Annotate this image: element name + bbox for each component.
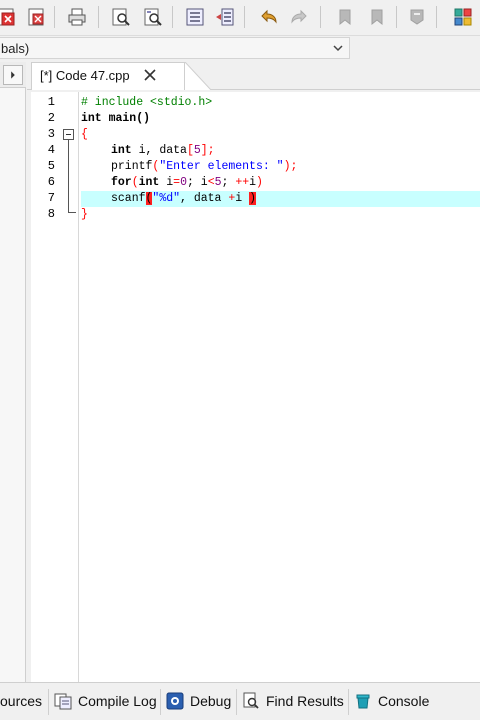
code-token: 0 bbox=[180, 176, 187, 189]
tab-console[interactable]: Console bbox=[354, 689, 429, 713]
code-editor[interactable]: 1 2 3 4 5 6 7 8 # include <stdio.h> int … bbox=[31, 92, 480, 682]
replace-icon[interactable] bbox=[142, 6, 164, 28]
code-token: i, data bbox=[131, 144, 187, 157]
code-line: # include <stdio.h> bbox=[81, 95, 212, 111]
toolbar bbox=[0, 0, 480, 36]
code-token: for bbox=[111, 176, 132, 189]
code-token: ; i bbox=[186, 176, 208, 189]
code-line: int i, data[5]; bbox=[111, 143, 215, 159]
redo-icon[interactable] bbox=[288, 6, 310, 28]
tab-code-47[interactable]: [*] Code 47.cpp bbox=[31, 62, 185, 90]
code-token: i bbox=[249, 176, 257, 189]
code-token: int bbox=[111, 144, 132, 157]
print-icon[interactable] bbox=[66, 6, 88, 28]
tab-label: [*] Code 47.cpp bbox=[40, 68, 130, 83]
code-token: ++ bbox=[235, 176, 250, 189]
project-panel bbox=[0, 62, 26, 682]
find-results-icon bbox=[242, 692, 260, 710]
line-number: 5 bbox=[47, 159, 55, 173]
code-token: ; bbox=[221, 176, 236, 189]
tab-debug-label: Debug bbox=[190, 693, 232, 709]
scope-dropdown[interactable]: bals) bbox=[0, 37, 350, 59]
bookmark-goto-icon[interactable] bbox=[366, 6, 388, 28]
tab-find-results[interactable]: Find Results bbox=[242, 689, 344, 713]
code-token: ) bbox=[256, 176, 263, 189]
line-number: 3 bbox=[47, 127, 55, 141]
line-number: 7 bbox=[47, 191, 55, 205]
tab-resources-label: ources bbox=[0, 693, 43, 709]
scroll-right-button[interactable] bbox=[3, 65, 23, 85]
line-number: 4 bbox=[47, 143, 55, 157]
fold-toggle-icon[interactable] bbox=[63, 129, 74, 140]
fold-line bbox=[68, 140, 69, 212]
line-number: 2 bbox=[47, 111, 55, 125]
scope-value: bals) bbox=[1, 41, 30, 56]
indent-icon[interactable] bbox=[184, 6, 206, 28]
tab-compile-log[interactable]: Compile Log bbox=[54, 689, 157, 713]
scope-row: bals) bbox=[0, 36, 480, 62]
code-token: int bbox=[138, 176, 160, 189]
code-token: < bbox=[207, 176, 215, 189]
tab-debug[interactable]: Debug bbox=[166, 689, 231, 713]
console-icon bbox=[354, 692, 372, 710]
compile-log-icon bbox=[54, 692, 72, 710]
code-token: int main() bbox=[81, 112, 151, 125]
left-tabbar bbox=[0, 62, 26, 88]
line-gutter: 1 2 3 4 5 6 7 8 bbox=[31, 92, 79, 682]
code-line: } bbox=[81, 207, 88, 223]
code-token: "%d" bbox=[152, 192, 181, 205]
fold-end bbox=[68, 212, 76, 213]
tab-compile-log-label: Compile Log bbox=[78, 693, 157, 709]
code-token: 5 bbox=[193, 144, 201, 157]
code-line: for(int i=0; i<5; ++i) bbox=[111, 175, 263, 191]
bookmark-toggle-icon[interactable] bbox=[334, 6, 356, 28]
bracket-match: ) bbox=[249, 192, 256, 205]
line-number: 1 bbox=[47, 95, 55, 109]
debug-icon bbox=[166, 692, 184, 710]
code-line: scanf("%d", data +i ) bbox=[111, 191, 256, 207]
code-token: { bbox=[81, 128, 88, 141]
line-number: 6 bbox=[47, 175, 55, 189]
undo-icon[interactable] bbox=[258, 6, 280, 28]
tab-edge bbox=[185, 62, 212, 90]
close-icon[interactable] bbox=[142, 67, 158, 83]
code-line: printf("Enter elements: "); bbox=[111, 159, 297, 175]
grid-icon[interactable] bbox=[452, 6, 474, 28]
editor-tabbar: [*] Code 47.cpp bbox=[27, 62, 480, 90]
code-token: ( bbox=[131, 176, 139, 189]
code-token: 5 bbox=[214, 176, 222, 189]
chevron-down-icon[interactable] bbox=[329, 39, 347, 57]
tab-resources[interactable]: ources bbox=[0, 689, 42, 713]
code-token: i bbox=[159, 176, 174, 189]
code-line: int main() bbox=[81, 111, 150, 127]
line-number: 8 bbox=[47, 207, 55, 221]
code-token: } bbox=[81, 208, 88, 221]
code-token: ]; bbox=[200, 144, 215, 157]
find-icon[interactable] bbox=[110, 6, 132, 28]
code-token: , data bbox=[180, 192, 229, 205]
chevron-right-icon bbox=[11, 71, 15, 79]
bottom-panel-tabs: ources Compile Log Debug Find Results Co… bbox=[0, 682, 480, 720]
code-token: # include <stdio.h> bbox=[81, 96, 213, 109]
tab-console-label: Console bbox=[378, 693, 430, 709]
tab-find-results-label: Find Results bbox=[266, 693, 344, 709]
code-token: [ bbox=[186, 144, 194, 157]
compile-icon[interactable] bbox=[406, 6, 428, 28]
code-line: { bbox=[81, 127, 88, 143]
code-token: "Enter elements: " bbox=[159, 160, 284, 173]
code-token: scanf bbox=[111, 192, 146, 205]
close-all-icon[interactable] bbox=[0, 6, 18, 28]
code-token: i bbox=[235, 192, 250, 205]
close-file-icon[interactable] bbox=[26, 6, 48, 28]
unindent-icon[interactable] bbox=[214, 6, 236, 28]
code-token: ); bbox=[283, 160, 298, 173]
code-token: printf bbox=[111, 160, 153, 173]
